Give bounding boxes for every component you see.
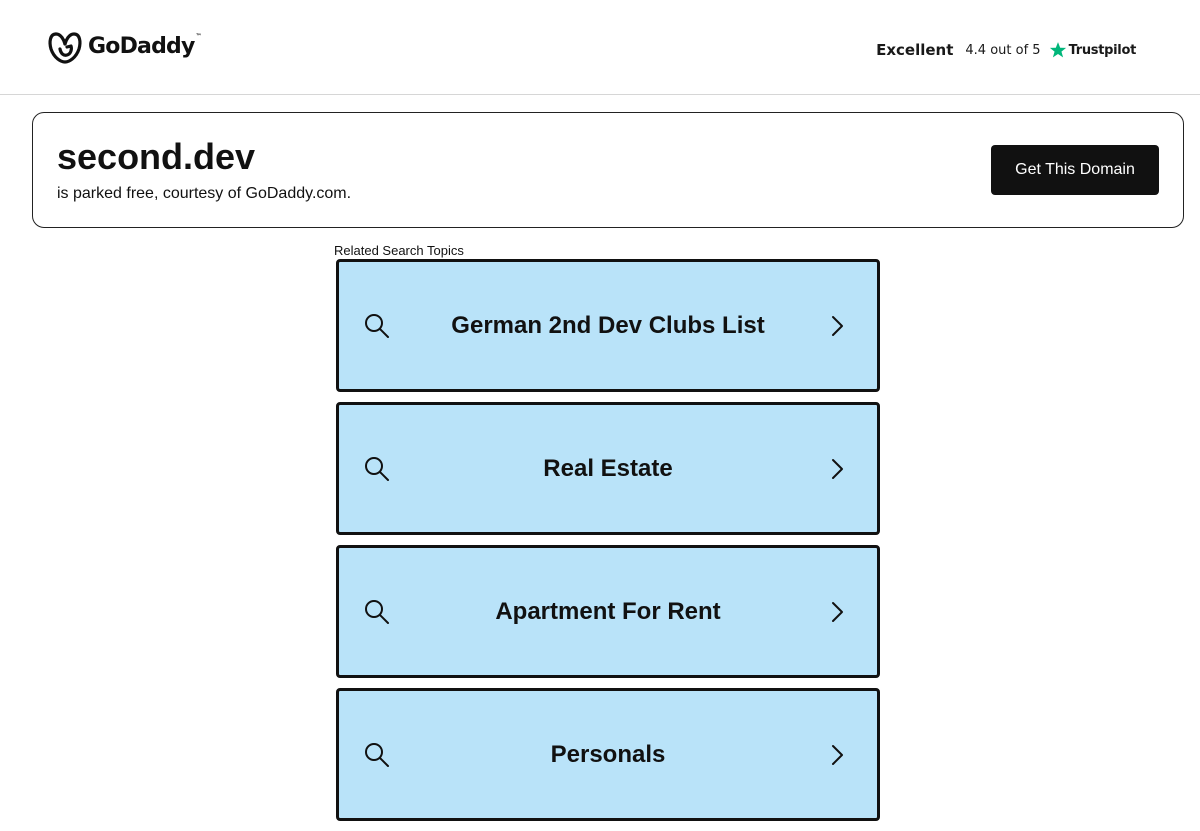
topic-label: German 2nd Dev Clubs List xyxy=(451,311,765,339)
godaddy-logo-icon xyxy=(48,32,82,64)
domain-card: second.dev is parked free, courtesy of G… xyxy=(32,112,1184,228)
topic-label: Personals xyxy=(550,740,666,768)
topic-link[interactable]: Personals xyxy=(336,688,880,821)
search-icon xyxy=(365,457,389,481)
trustpilot-rating-label: Excellent xyxy=(876,41,954,59)
search-icon xyxy=(365,743,389,767)
domain-parked-subtitle: is parked free, courtesy of GoDaddy.com. xyxy=(57,185,352,202)
trustpilot-brand: Trustpilot xyxy=(1068,42,1137,58)
trustpilot-rating[interactable]: Excellent 4.4 out of 5 Trustpilot xyxy=(876,38,1136,62)
star-icon xyxy=(1049,42,1066,58)
chevron-right-icon xyxy=(832,316,843,336)
related-search-heading: Related Search Topics xyxy=(334,243,464,258)
chevron-right-icon xyxy=(832,602,843,622)
search-icon xyxy=(365,600,389,624)
logo-wordmark: GoDaddy™ xyxy=(88,33,202,59)
topic-label: Apartment For Rent xyxy=(495,597,721,625)
topic-label: Real Estate xyxy=(543,454,673,482)
chevron-right-icon xyxy=(832,459,843,479)
get-this-domain-button[interactable]: Get This Domain xyxy=(991,145,1159,195)
site-header: GoDaddy™ Excellent 4.4 out of 5 Trustpil… xyxy=(0,0,1200,95)
topic-link[interactable]: German 2nd Dev Clubs List xyxy=(336,259,880,392)
search-icon xyxy=(365,314,389,338)
related-search-topics: Related Search Topics German 2nd Dev Clu… xyxy=(334,243,882,831)
trustpilot-score: 4.4 out of 5 xyxy=(965,42,1041,58)
topic-link[interactable]: Real Estate xyxy=(336,402,880,535)
topic-link[interactable]: Apartment For Rent xyxy=(336,545,880,678)
godaddy-logo[interactable]: GoDaddy™ xyxy=(47,30,202,64)
domain-name: second.dev xyxy=(57,136,256,177)
chevron-right-icon xyxy=(832,745,843,765)
